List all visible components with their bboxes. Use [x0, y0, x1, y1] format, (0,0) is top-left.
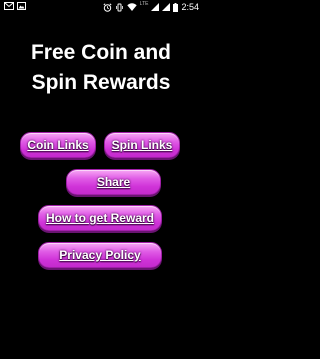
- page-title: Free Coin and Spin Rewards: [0, 38, 202, 98]
- how-to-get-reward-label: How to get Reward: [45, 211, 154, 225]
- share-button[interactable]: Share: [66, 169, 161, 195]
- vibrate-icon: [115, 3, 123, 11]
- cell-signal-icon: [162, 3, 171, 11]
- spin-links-button[interactable]: Spin Links: [104, 132, 180, 158]
- how-to-get-reward-button[interactable]: How to get Reward: [38, 205, 162, 231]
- battery-icon: [173, 2, 179, 12]
- coin-links-label: Coin Links: [27, 138, 89, 152]
- alarm-icon: [103, 2, 112, 12]
- mail-icon: [4, 2, 14, 10]
- clock: 2:54: [181, 2, 199, 12]
- cell-signal-icon: [151, 3, 160, 11]
- privacy-policy-label: Privacy Policy: [59, 248, 141, 262]
- image-icon: [17, 2, 26, 10]
- title-line-1: Free Coin and: [30, 41, 172, 64]
- wifi-icon: [126, 3, 137, 11]
- spin-links-label: Spin Links: [111, 138, 173, 152]
- share-label: Share: [96, 175, 131, 189]
- status-bar: LTE 2:54: [0, 0, 202, 14]
- notification-icons: [4, 2, 26, 10]
- title-line-2: Spin Rewards: [31, 71, 171, 94]
- coin-links-button[interactable]: Coin Links: [20, 132, 96, 158]
- privacy-policy-button[interactable]: Privacy Policy: [38, 242, 162, 268]
- network-type-label: LTE: [139, 1, 149, 7]
- system-icons: LTE 2:54: [103, 1, 199, 13]
